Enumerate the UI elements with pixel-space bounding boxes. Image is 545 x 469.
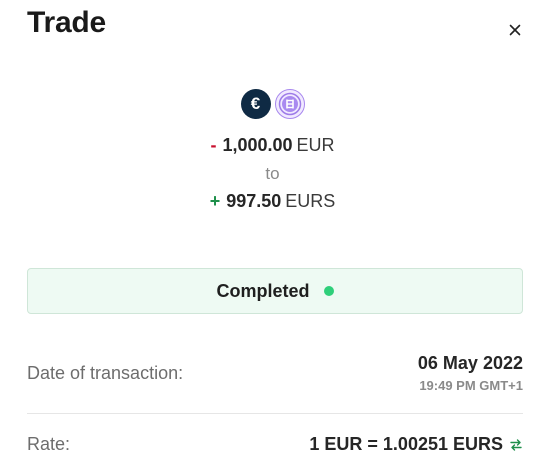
- status-badge: Completed: [27, 268, 523, 314]
- date-label: Date of transaction:: [27, 363, 184, 383]
- from-amount-value: 1,000.00: [222, 135, 293, 155]
- eurs-coin-icon: [274, 89, 305, 119]
- to-currency: EURS: [285, 191, 336, 211]
- rate-value: 1 EUR = 1.00251 EURS: [309, 434, 503, 454]
- close-icon: [509, 24, 521, 36]
- status-dot-icon: [323, 286, 334, 296]
- to-amount: +997.50 EURS: [0, 191, 545, 212]
- positive-sign: +: [209, 191, 221, 211]
- rate-label: Rate:: [27, 434, 71, 454]
- swap-arrows-icon[interactable]: [509, 438, 523, 452]
- page-title: Trade: [27, 6, 107, 39]
- rate-value-block: 1 EUR = 1.00251 EURS: [309, 434, 523, 455]
- transaction-date: 06 May 2022: [417, 353, 523, 373]
- status-label: Completed: [216, 280, 310, 301]
- negative-sign: -: [210, 135, 217, 155]
- divider: [27, 413, 523, 414]
- to-amount-value: 997.50: [226, 191, 282, 211]
- to-connector: to: [265, 164, 280, 183]
- transaction-time: 19:49 PM GMT+1: [419, 378, 523, 393]
- from-amount: -1,000.00 EUR: [0, 135, 545, 156]
- date-value-block: 06 May 2022 19:49 PM GMT+1: [418, 353, 523, 393]
- euro-coin-icon: €: [240, 89, 271, 119]
- close-button[interactable]: [505, 20, 525, 40]
- currency-icons: €: [0, 89, 545, 119]
- from-currency: EUR: [296, 135, 335, 155]
- trade-panel: Trade € -1,000.00EUR to +997.50EURS Co: [0, 0, 545, 469]
